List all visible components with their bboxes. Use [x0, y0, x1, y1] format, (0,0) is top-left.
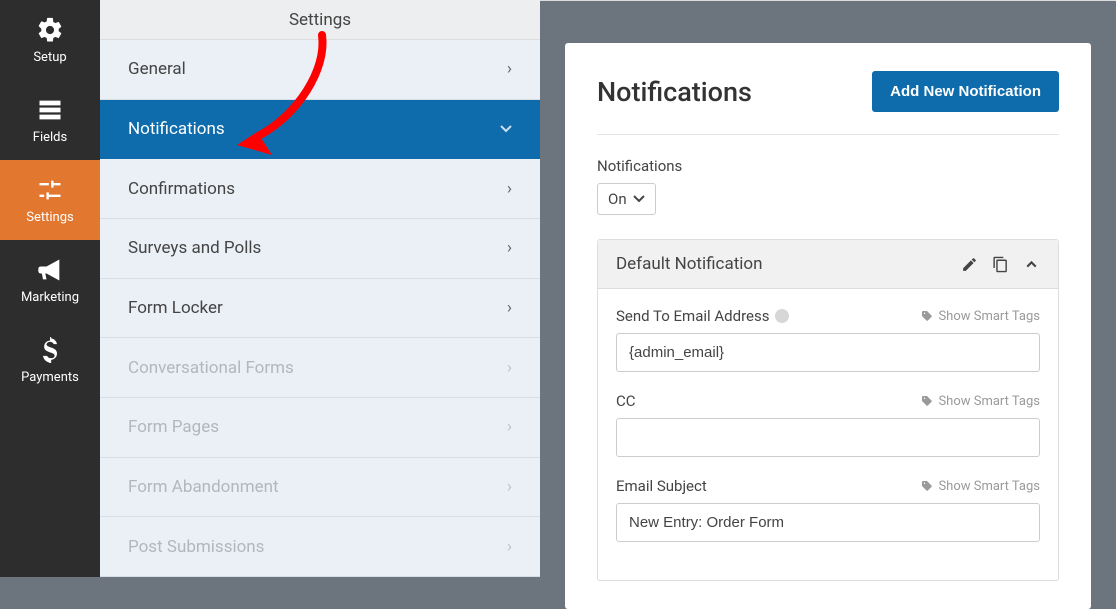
notifications-panel: Notifications Add New Notification Notif…	[565, 43, 1091, 609]
chevron-right-icon: ›	[507, 238, 512, 258]
settings-item-label: Confirmations	[128, 179, 235, 199]
notification-card-title: Default Notification	[616, 254, 762, 274]
panel-heading: Notifications	[597, 76, 752, 108]
sidebar-item-settings[interactable]: Settings	[0, 160, 100, 240]
chevron-down-icon	[633, 193, 645, 205]
sidebar-label: Marketing	[21, 290, 79, 305]
dollar-icon	[36, 336, 64, 364]
settings-item-label: Surveys and Polls	[128, 238, 261, 258]
panel-header: Notifications Add New Notification	[597, 71, 1059, 135]
settings-item-confirmations[interactable]: Confirmations ›	[100, 159, 540, 219]
settings-item-abandonment[interactable]: Form Abandonment ›	[100, 458, 540, 518]
sidebar-label: Settings	[26, 210, 73, 225]
list-icon	[36, 96, 64, 124]
chevron-right-icon: ›	[507, 298, 512, 318]
gear-icon	[36, 16, 64, 44]
chevron-right-icon: ›	[507, 417, 512, 437]
smart-tags-link[interactable]: Show Smart Tags	[921, 309, 1040, 324]
sliders-icon	[36, 176, 64, 204]
sidebar-label: Fields	[33, 130, 67, 145]
main-sidebar: Setup Fields Settings Marketing Payments	[0, 0, 100, 577]
settings-item-notifications[interactable]: Notifications	[100, 100, 540, 160]
field-send-to: Send To Email Address Show Smart Tags	[616, 307, 1040, 372]
sidebar-label: Payments	[21, 370, 79, 385]
settings-item-label: Notifications	[128, 119, 225, 139]
notifications-toggle[interactable]: On	[597, 183, 656, 215]
subject-input[interactable]	[616, 503, 1040, 542]
bullhorn-icon	[36, 256, 64, 284]
sidebar-item-setup[interactable]: Setup	[0, 0, 100, 80]
settings-item-postsubmissions[interactable]: Post Submissions ›	[100, 517, 540, 577]
sidebar-item-fields[interactable]: Fields	[0, 80, 100, 160]
settings-item-label: Form Locker	[128, 298, 223, 318]
smart-tags-link[interactable]: Show Smart Tags	[921, 394, 1040, 409]
settings-item-label: Post Submissions	[128, 537, 264, 557]
notification-card-tools	[961, 256, 1040, 273]
page-title: Settings	[289, 10, 351, 30]
settings-item-label: Form Pages	[128, 417, 219, 437]
field-cc: CC Show Smart Tags	[616, 392, 1040, 457]
settings-item-general[interactable]: General ›	[100, 40, 540, 100]
chevron-right-icon: ›	[507, 477, 512, 497]
settings-item-label: Conversational Forms	[128, 358, 294, 378]
settings-item-formlocker[interactable]: Form Locker ›	[100, 279, 540, 339]
send-to-label: Send To Email Address	[616, 307, 789, 325]
notification-card-body: Send To Email Address Show Smart Tags	[598, 289, 1058, 580]
chevron-right-icon: ›	[507, 358, 512, 378]
copy-icon[interactable]	[992, 256, 1009, 273]
notification-card-header: Default Notification	[598, 240, 1058, 289]
tag-icon	[921, 395, 933, 407]
chevron-right-icon: ›	[507, 537, 512, 557]
settings-item-conversational[interactable]: Conversational Forms ›	[100, 338, 540, 398]
settings-item-surveys[interactable]: Surveys and Polls ›	[100, 219, 540, 279]
send-to-input[interactable]	[616, 333, 1040, 372]
chevron-right-icon: ›	[507, 179, 512, 199]
tag-icon	[921, 310, 933, 322]
notification-card: Default Notification Send To Email Addre…	[597, 239, 1059, 581]
subject-label: Email Subject	[616, 477, 707, 495]
chevron-up-icon[interactable]	[1023, 256, 1040, 273]
smart-tags-link[interactable]: Show Smart Tags	[921, 479, 1040, 494]
page-title-bar: Settings	[100, 0, 540, 40]
help-icon[interactable]	[775, 309, 789, 323]
settings-item-label: Form Abandonment	[128, 477, 279, 497]
sidebar-item-payments[interactable]: Payments	[0, 320, 100, 400]
cc-label: CC	[616, 392, 636, 410]
field-subject: Email Subject Show Smart Tags	[616, 477, 1040, 542]
chevron-down-icon	[500, 123, 512, 135]
settings-item-formpages[interactable]: Form Pages ›	[100, 398, 540, 458]
cc-input[interactable]	[616, 418, 1040, 457]
edit-icon[interactable]	[961, 256, 978, 273]
toggle-value: On	[608, 190, 627, 208]
settings-item-label: General	[128, 59, 186, 79]
settings-menu: General › Notifications Confirmations › …	[100, 40, 540, 577]
chevron-right-icon: ›	[507, 59, 512, 79]
sidebar-label: Setup	[33, 50, 66, 65]
sidebar-item-marketing[interactable]: Marketing	[0, 240, 100, 320]
toggle-label: Notifications	[597, 157, 1059, 175]
settings-column: Settings General › Notifications Confirm…	[100, 0, 540, 577]
tag-icon	[921, 480, 933, 492]
content-column: Notifications Add New Notification Notif…	[540, 0, 1116, 577]
add-notification-button[interactable]: Add New Notification	[872, 71, 1059, 112]
